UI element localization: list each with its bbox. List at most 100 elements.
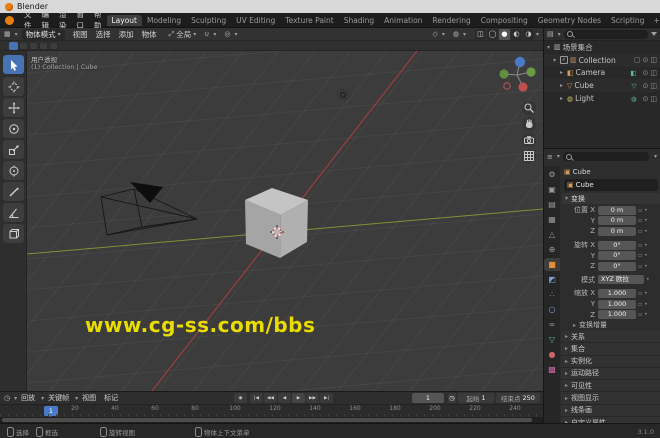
- tab-texture[interactable]: ▩: [544, 363, 560, 376]
- annotate-tool-button[interactable]: [3, 182, 24, 201]
- section-collections[interactable]: ▸ 集合: [561, 343, 660, 356]
- expander-icon[interactable]: ▸: [560, 82, 567, 89]
- workspace-tab-compositing[interactable]: Compositing: [476, 15, 533, 26]
- select-mode-intersect-button[interactable]: [49, 41, 58, 50]
- animate-dot-icon[interactable]: •: [644, 207, 648, 214]
- scale-y-input[interactable]: 1.000: [598, 299, 636, 309]
- lock-icon[interactable]: ▫: [638, 301, 642, 308]
- play-button[interactable]: ▶: [292, 393, 305, 403]
- breadcrumb-object[interactable]: Cube: [573, 168, 591, 176]
- shading-wireframe-icon[interactable]: ◯: [486, 28, 498, 40]
- tab-render[interactable]: ▣: [544, 183, 560, 196]
- frame-end-field[interactable]: 结束点 250: [496, 393, 540, 403]
- camera-view-button[interactable]: [522, 133, 536, 147]
- editor-type-viewport-icon[interactable]: ▦: [4, 30, 11, 38]
- animate-dot-icon[interactable]: •: [644, 252, 648, 259]
- viewport-3d[interactable]: 用户透视 (1) Collection | Cube www.cg-ss.com…: [27, 51, 543, 391]
- disable-render-icon[interactable]: ◫: [650, 56, 657, 64]
- transform-orientation[interactable]: ⤢ 全局 ▾: [169, 29, 197, 40]
- outliner-row-cube[interactable]: ▸ ▽ Cube ▽ ⊙ ◫: [544, 79, 660, 93]
- prev-keyframe-button[interactable]: ◀◀: [264, 393, 277, 403]
- frame-start-field[interactable]: 起始 1: [458, 393, 494, 403]
- workspace-tab-layout[interactable]: Layout: [106, 14, 142, 26]
- tab-tool[interactable]: ⚙: [544, 168, 560, 181]
- gizmo-z-axis[interactable]: [514, 56, 526, 68]
- add-workspace-button[interactable]: +: [649, 16, 660, 25]
- editor-type-outliner-icon[interactable]: ▤: [547, 30, 554, 38]
- cursor-tool-button[interactable]: [3, 77, 24, 96]
- next-keyframe-button[interactable]: ▶▶: [306, 393, 319, 403]
- lock-icon[interactable]: ▫: [638, 290, 642, 297]
- section-viewport-display[interactable]: ▸ 视图显示: [561, 392, 660, 405]
- outliner-row-camera[interactable]: ▸ ◧ Camera ◧ ⊙ ◫: [544, 67, 660, 80]
- properties-search-input[interactable]: [562, 152, 649, 161]
- lock-icon[interactable]: ▫: [638, 217, 642, 224]
- blender-menu-icon[interactable]: [5, 15, 14, 25]
- gizmo-x-neg-axis[interactable]: [503, 82, 511, 90]
- animate-dot-icon[interactable]: •: [644, 290, 648, 297]
- collection-checkbox[interactable]: ✓: [560, 56, 568, 65]
- tab-particles[interactable]: ∴: [544, 288, 560, 301]
- lock-icon[interactable]: ▫: [638, 311, 642, 318]
- delta-transform-subpanel[interactable]: ▸ 变换增量: [561, 320, 660, 331]
- select-mode-subtract-button[interactable]: [29, 41, 38, 50]
- menu-view[interactable]: 视图: [69, 29, 92, 40]
- tab-view-layer[interactable]: ▦: [544, 213, 560, 226]
- jump-to-end-button[interactable]: ▶|: [320, 393, 333, 403]
- menu-playback[interactable]: 回放: [17, 393, 39, 403]
- pan-view-button[interactable]: [522, 117, 536, 131]
- toggle-orthographic-button[interactable]: [522, 149, 536, 163]
- editor-type-timeline-icon[interactable]: ◷: [4, 394, 10, 402]
- rotation-y-input[interactable]: 0°: [598, 251, 636, 261]
- tab-modifiers[interactable]: ◩: [544, 273, 560, 286]
- section-relations[interactable]: ▸ 关系: [561, 330, 660, 344]
- gizmo-y-neg-axis[interactable]: [499, 69, 509, 79]
- camera-object[interactable]: [100, 182, 198, 236]
- measure-tool-button[interactable]: [3, 203, 24, 222]
- animate-dot-icon[interactable]: •: [644, 263, 648, 270]
- section-motion-paths[interactable]: ▸ 运动路径: [561, 367, 660, 381]
- location-y-input[interactable]: 0 m: [598, 216, 636, 226]
- tab-world[interactable]: ⊕: [544, 243, 560, 256]
- menu-object[interactable]: 物体: [138, 29, 161, 40]
- menu-select[interactable]: 选择: [92, 29, 115, 40]
- outliner-row-scene-collection[interactable]: ▾ ▥ 场景集合: [544, 41, 660, 54]
- playhead-marker[interactable]: 1: [44, 406, 58, 416]
- gizmo-y-axis[interactable]: [526, 67, 536, 77]
- scale-z-input[interactable]: 1.000: [598, 310, 636, 320]
- outliner-row-collection[interactable]: ▾ ✓ ▥ Collection ▢ ⊙ ◫: [544, 53, 660, 67]
- filter-icon[interactable]: [651, 32, 657, 36]
- workspace-tab-scripting[interactable]: Scripting: [606, 15, 649, 26]
- workspace-tab-animation[interactable]: Animation: [379, 15, 427, 26]
- gizmo-x-axis[interactable]: [518, 82, 528, 92]
- shading-material-icon[interactable]: ◐: [510, 28, 522, 40]
- shading-solid-icon[interactable]: ●: [498, 28, 510, 40]
- outliner-search-input[interactable]: [563, 29, 648, 39]
- expander-icon[interactable]: ▸: [560, 69, 567, 76]
- xray-toggle-icon[interactable]: ◫: [474, 28, 486, 40]
- workspace-tab-rendering[interactable]: Rendering: [427, 15, 475, 26]
- animate-dot-icon[interactable]: •: [644, 242, 648, 249]
- disable-render-icon[interactable]: ◫: [650, 95, 657, 103]
- expander-icon[interactable]: ▾: [553, 57, 560, 64]
- menu-add[interactable]: 添加: [115, 29, 138, 40]
- outliner-row-light[interactable]: ▸ ◍ Light ◍ ⊙ ◫: [544, 92, 660, 105]
- rotation-z-input[interactable]: 0°: [598, 261, 636, 271]
- animate-dot-icon[interactable]: •: [646, 276, 650, 283]
- jump-to-start-button[interactable]: |◀: [250, 393, 263, 403]
- location-x-input[interactable]: 0 m: [598, 205, 636, 215]
- section-line-art[interactable]: ▸ 线条画: [561, 404, 660, 418]
- rotation-x-input[interactable]: 0°: [598, 240, 636, 250]
- workspace-tab-texture-paint[interactable]: Texture Paint: [280, 15, 338, 26]
- move-tool-button[interactable]: [3, 98, 24, 117]
- transform-section-header[interactable]: ▾ 变换: [562, 193, 660, 204]
- mode-selector[interactable]: 物体模式 ▾: [21, 28, 65, 40]
- tab-output[interactable]: ▤: [544, 198, 560, 211]
- animate-dot-icon[interactable]: •: [644, 228, 648, 235]
- scrollbar-handle[interactable]: [2, 418, 532, 422]
- location-z-input[interactable]: 0 m: [598, 226, 636, 236]
- gizmo-toggle[interactable]: ◇ ▾: [432, 30, 444, 38]
- workspace-tab-uv-editing[interactable]: UV Editing: [231, 15, 280, 26]
- lock-icon[interactable]: ▫: [638, 242, 642, 249]
- workspace-tab-modeling[interactable]: Modeling: [142, 15, 186, 26]
